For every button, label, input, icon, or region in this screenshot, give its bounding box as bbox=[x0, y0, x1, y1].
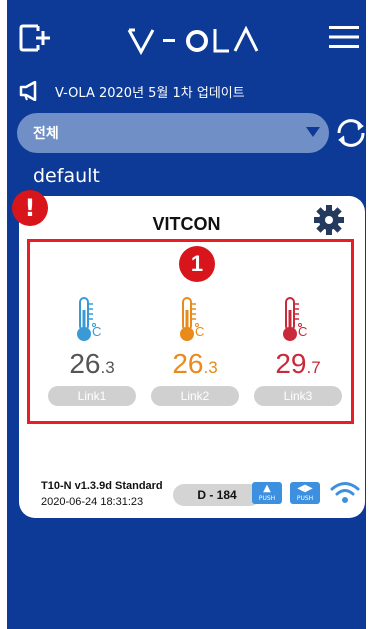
gear-icon[interactable] bbox=[311, 202, 347, 238]
sensor-link2[interactable]: C 26.3 Link2 bbox=[149, 296, 241, 408]
thermometer-icon: C bbox=[180, 297, 204, 341]
group-filter-row: 전체 bbox=[15, 111, 365, 155]
temperature-value: 26.3 bbox=[69, 348, 115, 379]
step-badge: 1 bbox=[179, 246, 215, 282]
link-label[interactable]: Link2 bbox=[151, 386, 239, 406]
thermometer-icon: C bbox=[77, 297, 101, 341]
menu-button[interactable] bbox=[325, 20, 363, 54]
add-device-button[interactable] bbox=[15, 20, 55, 56]
temperature-value: 29.7 bbox=[275, 348, 321, 379]
group-title: default bbox=[33, 165, 100, 187]
wifi-icon bbox=[330, 482, 360, 503]
firmware-version: T10-N v1.3.9d Standard bbox=[41, 480, 163, 492]
megaphone-icon bbox=[19, 81, 37, 101]
temperature-value: 26.3 bbox=[172, 348, 218, 379]
hamburger-menu-icon bbox=[329, 26, 359, 48]
last-update-time: 2020-06-24 18:31:23 bbox=[41, 496, 144, 508]
dropdown-arrow-icon bbox=[306, 127, 320, 137]
link-label[interactable]: Link3 bbox=[254, 386, 342, 406]
alarm-push-button[interactable]: ▲ PUSH bbox=[252, 482, 282, 504]
add-device-icon bbox=[19, 24, 50, 52]
group-selected-value: 전체 bbox=[33, 126, 59, 142]
sensor-link1[interactable]: C 26.3 Link1 bbox=[46, 296, 138, 408]
refresh-icon[interactable] bbox=[331, 113, 366, 153]
warning-icon: ▲ bbox=[263, 483, 271, 494]
device-id-badge: D - 184 bbox=[173, 484, 261, 506]
group-select[interactable]: 전체 bbox=[17, 113, 329, 153]
sensor-link3[interactable]: C 29.7 Link3 bbox=[252, 296, 344, 408]
app-screen: V-OLA 2020년 5월 1차 업데이트 전체 default ! VITC… bbox=[7, 0, 366, 629]
link-push-button[interactable]: ◀▶ PUSH bbox=[290, 482, 320, 504]
top-bar bbox=[7, 0, 366, 72]
notice-text: V-OLA 2020년 5월 1차 업데이트 bbox=[55, 85, 245, 101]
thermometer-icon: C bbox=[283, 297, 307, 341]
app-logo bbox=[125, 20, 265, 60]
link-label[interactable]: Link1 bbox=[48, 386, 136, 406]
device-info: T10-N v1.3.9d Standard 2020-06-24 18:31:… bbox=[41, 480, 163, 508]
notice-banner[interactable]: V-OLA 2020년 5월 1차 업데이트 bbox=[19, 76, 359, 106]
link-arrows-icon: ◀▶ bbox=[297, 483, 313, 494]
